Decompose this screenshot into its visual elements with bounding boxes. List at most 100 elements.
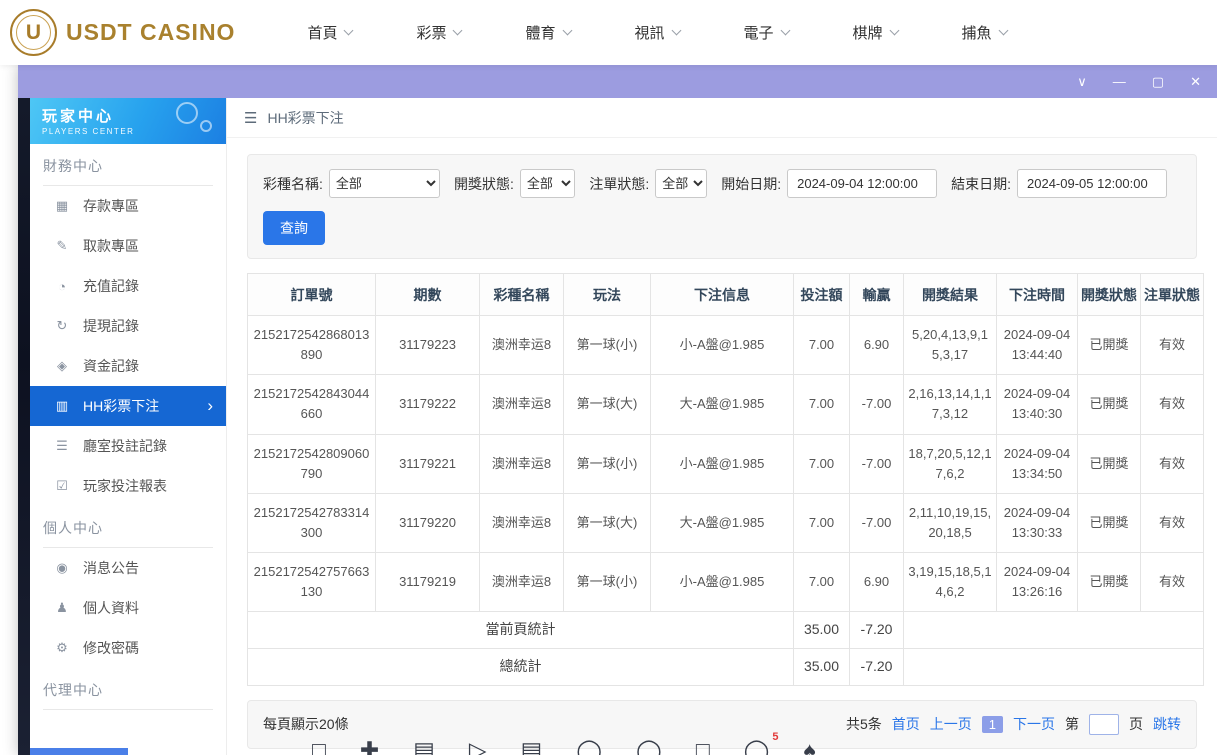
table-row: 215217254280906079031179221澳洲幸运8第一球(小)小-…	[248, 434, 1204, 493]
nav-item-home[interactable]: 首頁	[307, 22, 352, 43]
window-alt-icon[interactable]: □	[696, 737, 710, 755]
cell-period: 31179222	[376, 375, 480, 434]
sidebar-item-hh-lottery-bets[interactable]: ▥HH彩票下注›	[30, 386, 226, 426]
lottery-name-select[interactable]: 全部	[329, 169, 440, 198]
next-page-link[interactable]: 下一页	[1013, 714, 1055, 734]
window-maximize-icon[interactable]: ▢	[1152, 75, 1164, 88]
nav-item-lottery[interactable]: 彩票	[416, 22, 461, 43]
sidebar-item-room-bet-records[interactable]: ☰廳室投註記錄	[30, 426, 226, 466]
bets-table: 訂單號期數彩種名稱玩法下注信息投注額輸贏開獎結果下注時間開獎狀態注單狀態 215…	[247, 273, 1204, 686]
chevron-down-icon	[344, 26, 354, 36]
cell-bet_info: 小-A盤@1.985	[651, 434, 794, 493]
plus-icon[interactable]: ✚	[360, 737, 379, 755]
first-page-link[interactable]: 首页	[892, 714, 920, 734]
cell-period: 31179223	[376, 316, 480, 375]
circle-alt-icon[interactable]: ◯	[636, 737, 662, 755]
chevron-down-icon	[998, 26, 1008, 36]
nav-item-electronic[interactable]: 電子	[744, 22, 789, 43]
content-area: 彩種名稱:全部開獎狀態:全部注單狀態:全部開始日期:結束日期: 查詢 訂單號期數…	[227, 138, 1217, 755]
cell-play: 第一球(小)	[564, 553, 651, 612]
cell-win_loss: -7.00	[850, 493, 904, 552]
sidebar-item-change-password[interactable]: ⚙修改密碼	[30, 628, 226, 668]
circle-icon[interactable]: ◯	[576, 737, 602, 755]
gear-icon: ⚙	[54, 640, 70, 656]
chevron-down-icon	[671, 26, 681, 36]
casino-logo[interactable]: U USDT CASINO	[10, 9, 235, 56]
start-date-input[interactable]	[787, 169, 937, 198]
jump-link[interactable]: 跳转	[1153, 714, 1181, 734]
summary-row: 當前頁統計35.00-7.20	[248, 612, 1204, 649]
sidebar-item-announcements[interactable]: ◉消息公告	[30, 548, 226, 588]
nav-item-video[interactable]: 視訊	[635, 22, 680, 43]
draw-status-select[interactable]: 全部	[520, 169, 575, 198]
query-button[interactable]: 查詢	[263, 211, 325, 245]
sidebar-item-deposit-area[interactable]: ▦存款專區	[30, 186, 226, 226]
sidebar-item-profile[interactable]: ♟ 個人資料	[30, 588, 226, 628]
summary-win-loss: -7.20	[850, 649, 904, 686]
cell-draw_result: 5,20,4,13,9,15,3,17	[904, 316, 997, 375]
nav-item-chess[interactable]: 棋牌	[853, 22, 898, 43]
sidebar-item-withdraw-area[interactable]: ✎取款專區	[30, 226, 226, 266]
sidebar-item-label: 玩家投注報表	[83, 476, 167, 496]
cell-play: 第一球(小)	[564, 316, 651, 375]
cell-lottery_name: 澳洲幸运8	[480, 553, 564, 612]
cell-order_status: 有效	[1141, 375, 1204, 434]
window-icon[interactable]: □	[312, 737, 326, 755]
hamburger-icon[interactable]: ☰	[244, 109, 257, 127]
bubble-decoration	[200, 120, 212, 132]
window-close-icon[interactable]: ✕	[1190, 75, 1201, 88]
window-titlebar[interactable]: ∨ — ▢ ✕	[18, 65, 1217, 98]
cell-order_status: 有效	[1141, 493, 1204, 552]
col-header-play: 玩法	[564, 274, 651, 316]
col-header-bet_amount: 投注額	[794, 274, 850, 316]
col-header-bet_info: 下注信息	[651, 274, 794, 316]
nav-item-sports[interactable]: 體育	[525, 22, 570, 43]
sidebar-item-withdrawal-records[interactable]: ↻提現記錄	[30, 306, 226, 346]
summary-bet-amount: 35.00	[794, 612, 850, 649]
sidebar-item-label: 個人資料	[83, 598, 139, 618]
cell-win_loss: 6.90	[850, 553, 904, 612]
prev-page-link[interactable]: 上一页	[930, 714, 972, 734]
table-row: 215217254286801389031179223澳洲幸运8第一球(小)小-…	[248, 316, 1204, 375]
end-date-input[interactable]	[1017, 169, 1167, 198]
nav-item-label: 彩票	[416, 22, 446, 43]
lottery-name-label: 彩種名稱:	[263, 174, 323, 194]
chevron-down-icon	[889, 26, 899, 36]
badge-count: 5	[772, 731, 778, 743]
bet-report-icon: ☑	[54, 478, 70, 494]
person-icon: ♟	[54, 600, 70, 616]
card-icon[interactable]: ▤	[413, 737, 435, 755]
top-navigation: U USDT CASINO 首頁 彩票 體育 視訊 電子 棋牌 捕魚	[0, 0, 1217, 65]
sidebar-subtitle: PLAYERS CENTER	[42, 127, 214, 136]
col-header-order_status: 注單狀態	[1141, 274, 1204, 316]
sidebar-item-recharge-records[interactable]: ◔充值記錄	[30, 266, 226, 306]
spade-icon[interactable]: ♠	[804, 737, 816, 755]
card-alt-icon[interactable]: ▤	[521, 737, 543, 755]
cell-lottery_name: 澳洲幸运8	[480, 434, 564, 493]
sidebar-item-funds-records[interactable]: ◈資金記錄	[30, 346, 226, 386]
summary-label: 當前頁統計	[248, 612, 794, 649]
cell-order_no: 2152172542783314300	[248, 493, 376, 552]
cell-win_loss: 6.90	[850, 316, 904, 375]
order-status-select[interactable]: 全部	[655, 169, 707, 198]
play-icon[interactable]: ▷	[469, 737, 487, 755]
nav-item-label: 體育	[525, 22, 555, 43]
window-collapse-icon[interactable]: ∨	[1077, 75, 1087, 88]
sidebar-item-label: 充值記錄	[83, 276, 139, 296]
page-jump-input[interactable]	[1089, 714, 1119, 735]
cell-period: 31179221	[376, 434, 480, 493]
nav-item-fishing[interactable]: 捕魚	[962, 22, 1007, 43]
filter-panel: 彩種名稱:全部開獎狀態:全部注單狀態:全部開始日期:結束日期: 查詢	[247, 154, 1197, 259]
table-header-row: 訂單號期數彩種名稱玩法下注信息投注額輸贏開獎結果下注時間開獎狀態注單狀態	[248, 274, 1204, 316]
summary-label: 總統計	[248, 649, 794, 686]
window-minimize-icon[interactable]: —	[1113, 75, 1126, 88]
notifications-icon[interactable]: ◯5	[744, 737, 770, 755]
sidebar-item-label: HH彩票下注	[83, 396, 159, 416]
col-header-draw_result: 開獎結果	[904, 274, 997, 316]
current-page[interactable]: 1	[982, 716, 1003, 733]
bubble-decoration	[176, 102, 198, 124]
cell-order_no: 2152172542757663130	[248, 553, 376, 612]
sidebar-item-player-bet-report[interactable]: ☑ 玩家投注報表	[30, 466, 226, 506]
summary-win-loss: -7.20	[850, 612, 904, 649]
summary-empty	[904, 649, 1204, 686]
